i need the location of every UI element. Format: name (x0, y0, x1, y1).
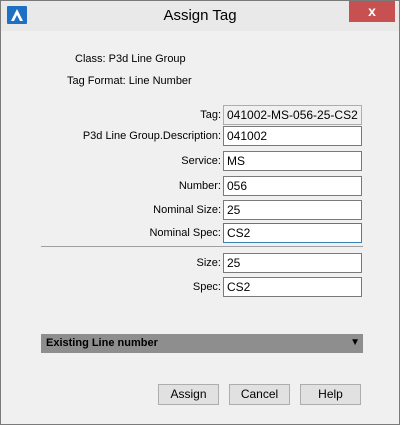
existing-line-number-header[interactable]: Existing Line number ▼ (41, 334, 363, 353)
dialog-body: Class: P3d Line Group Tag Format: Line N… (9, 31, 391, 418)
class-info: Class: P3d Line Group (75, 53, 186, 65)
description-label: P3d Line Group.Description: (82, 130, 221, 142)
separator (41, 246, 363, 247)
field-row-service: Service: MS (9, 151, 391, 171)
field-row-nominal-size: Nominal Size: 25 (9, 200, 391, 220)
field-row-nominal-spec: Nominal Spec: CS2 (9, 223, 391, 243)
chevron-down-icon[interactable]: ▼ (350, 337, 360, 348)
description-input[interactable]: 041002 (223, 126, 362, 146)
field-row-number: Number: 056 (9, 176, 391, 196)
spec-input[interactable]: CS2 (223, 277, 362, 297)
nominal-spec-label: Nominal Spec: (149, 227, 221, 239)
nominal-spec-input[interactable]: CS2 (223, 223, 362, 243)
help-button[interactable]: Help (300, 384, 361, 405)
assign-button[interactable]: Assign (158, 384, 219, 405)
tag-label: Tag: (200, 109, 221, 121)
number-input[interactable]: 056 (223, 176, 362, 196)
section-label: Existing Line number (46, 337, 158, 349)
assign-tag-dialog: Assign Tag x Class: P3d Line Group Tag F… (0, 0, 400, 425)
title-bar[interactable]: Assign Tag x (1, 1, 399, 31)
field-row-tag: Tag: 041002-MS-056-25-CS2 (9, 105, 391, 125)
size-input[interactable]: 25 (223, 253, 362, 273)
field-row-size: Size: 25 (9, 253, 391, 273)
service-label: Service: (181, 155, 221, 167)
nominal-size-input[interactable]: 25 (223, 200, 362, 220)
service-input[interactable]: MS (223, 151, 362, 171)
dialog-title: Assign Tag (163, 7, 237, 24)
tag-format-info: Tag Format: Line Number (67, 75, 192, 87)
spec-label: Spec: (192, 281, 221, 293)
tag-field: 041002-MS-056-25-CS2 (223, 105, 362, 125)
close-button[interactable]: x (349, 1, 395, 22)
nominal-size-label: Nominal Size: (153, 204, 221, 216)
size-label: Size: (196, 257, 221, 269)
cancel-button[interactable]: Cancel (229, 384, 290, 405)
number-label: Number: (178, 180, 221, 192)
field-row-spec: Spec: CS2 (9, 277, 391, 297)
field-row-description: P3d Line Group.Description: 041002 (9, 126, 391, 146)
